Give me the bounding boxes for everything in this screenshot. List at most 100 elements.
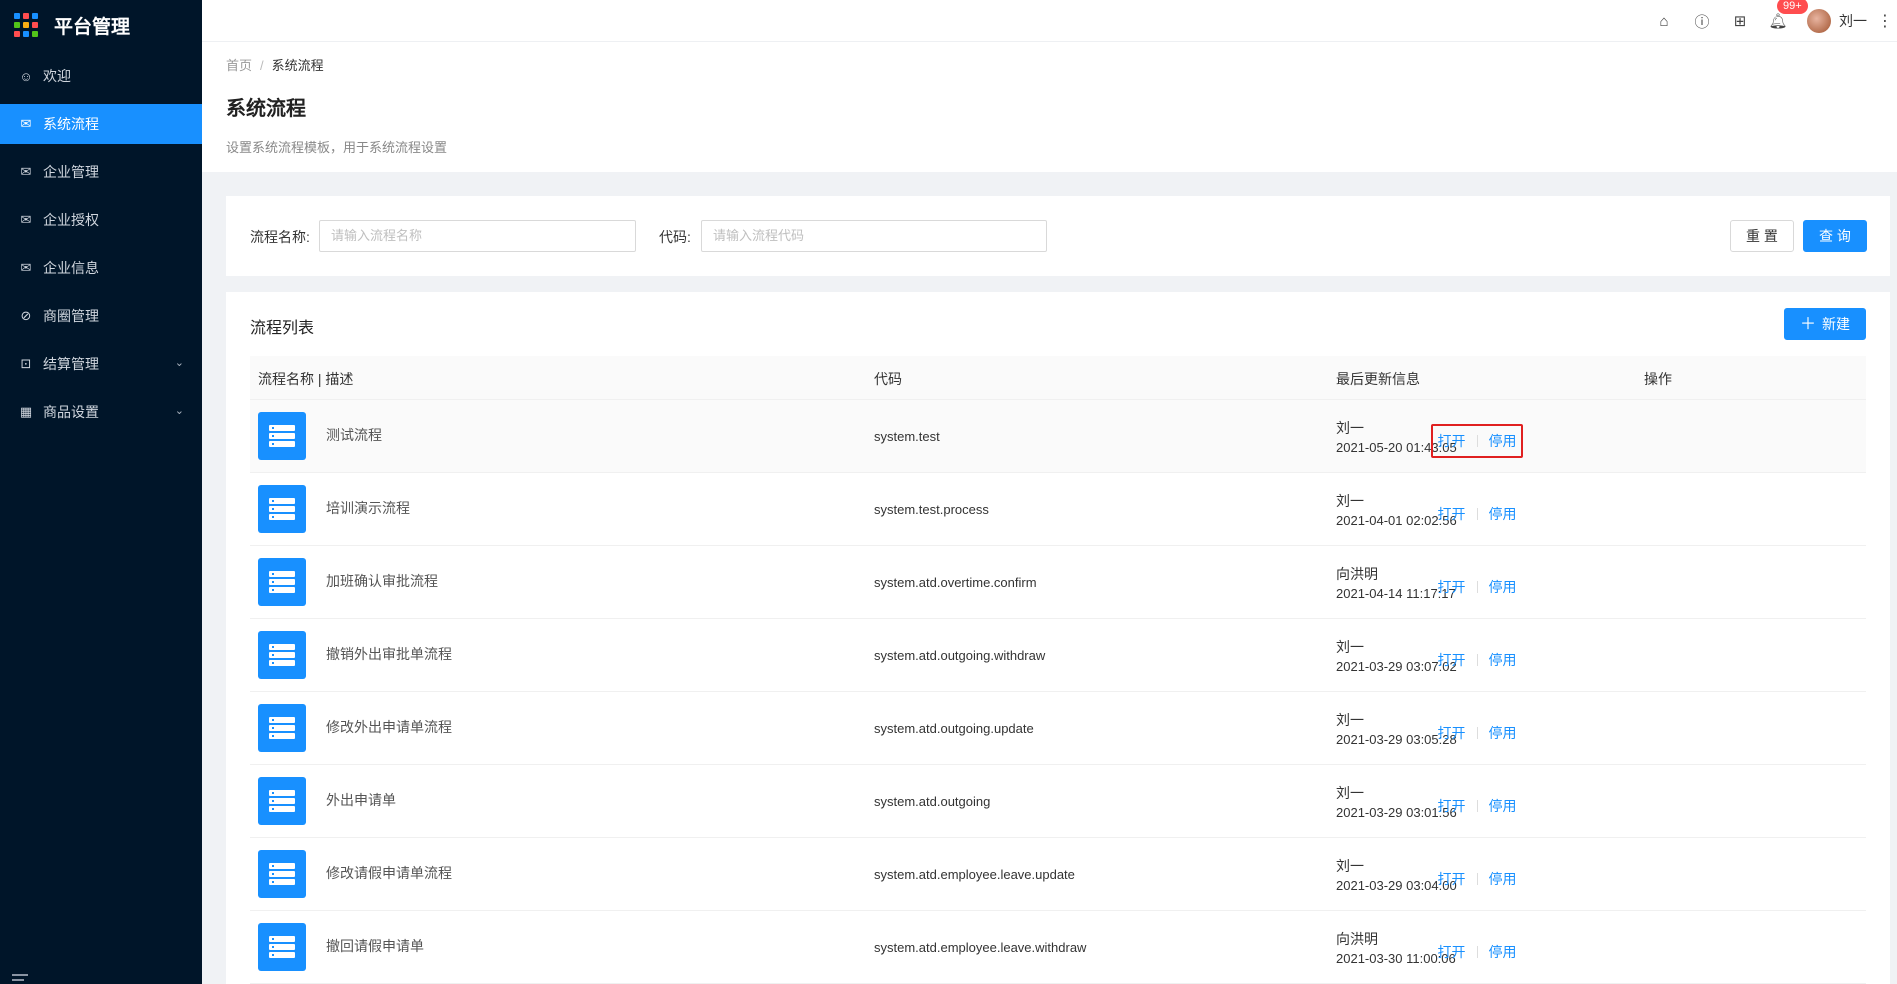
- help-icon[interactable]: ⓘ: [1683, 0, 1721, 42]
- disable-link[interactable]: 停用: [1489, 650, 1517, 670]
- sidebar-item-label: 结算管理: [43, 356, 99, 372]
- search-button[interactable]: 查 询: [1803, 220, 1867, 252]
- process-code: system.atd.outgoing.update: [874, 721, 1034, 736]
- sidebar-item-label: 商品设置: [43, 404, 99, 420]
- open-link[interactable]: 打开: [1438, 869, 1466, 889]
- row-actions: 打开 停用: [1431, 716, 1523, 750]
- sidebar-item-label: 系统流程: [43, 116, 99, 132]
- open-link[interactable]: 打开: [1438, 431, 1466, 451]
- last-updated-user: 刘一: [1336, 639, 1364, 655]
- action-divider: [1476, 654, 1478, 666]
- process-name: 测试流程: [326, 427, 382, 443]
- sidebar-item-4[interactable]: ✉ 企业信息: [0, 248, 202, 288]
- row-actions: 打开 停用: [1431, 935, 1523, 969]
- last-updated-user: 向洪明: [1336, 931, 1378, 947]
- sidebar: 平台管理 ☺ 欢迎 ✉ 系统流程 ✉ 企业管理 ✉ 企业授权 ✉ 企业信息 ⊘ 商圈管理 ⊡ 结算管理 ⌄ ▦…: [0, 0, 202, 984]
- sidebar-item-0[interactable]: ☺ 欢迎: [0, 56, 202, 96]
- bell-icon[interactable]: 🔔︎ 99+: [1759, 0, 1808, 42]
- menu-fold-icon[interactable]: [12, 974, 28, 984]
- appstore-icon: ▦: [19, 404, 33, 419]
- process-name: 撤回请假申请单: [326, 938, 424, 954]
- username[interactable]: 刘一: [1839, 11, 1867, 31]
- process-file-icon: [258, 850, 306, 898]
- process-file-icon: [258, 558, 306, 606]
- open-link[interactable]: 打开: [1438, 650, 1466, 670]
- open-link[interactable]: 打开: [1438, 504, 1466, 524]
- action-divider: [1476, 873, 1478, 885]
- last-updated-user: 刘一: [1336, 785, 1364, 801]
- mail-icon: ✉: [20, 116, 32, 131]
- sidebar-item-label: 企业信息: [43, 260, 99, 276]
- mail-icon: ✉: [20, 164, 32, 179]
- breadcrumb-current: 系统流程: [271, 58, 324, 73]
- open-link[interactable]: 打开: [1438, 942, 1466, 962]
- last-updated-user: 刘一: [1336, 420, 1364, 436]
- process-code-input[interactable]: 请输入流程代码: [701, 220, 1047, 252]
- table-row: 撤销外出审批单流程 system.atd.outgoing.withdraw 刘一 2…: [250, 619, 1866, 692]
- process-code: system.atd.outgoing: [874, 794, 991, 809]
- grid-icon[interactable]: ⊞: [1721, 0, 1759, 42]
- process-name: 修改请假申请单流程: [326, 865, 452, 881]
- compass-icon: ⊘: [20, 308, 32, 323]
- disable-link[interactable]: 停用: [1489, 577, 1517, 597]
- row-actions: 打开 停用: [1431, 862, 1523, 896]
- process-code: system.atd.outgoing.withdraw: [874, 648, 1046, 663]
- disable-link[interactable]: 停用: [1489, 796, 1517, 816]
- process-name-input[interactable]: 请输入流程名称: [319, 220, 636, 252]
- disable-link[interactable]: 停用: [1489, 431, 1517, 451]
- breadcrumb: 首页 / 系统流程: [226, 55, 324, 74]
- table-row: 外出申请单 system.atd.outgoing 刘一 2021-03-29 03:…: [250, 765, 1866, 838]
- process-code: system.test.process: [874, 502, 989, 517]
- home-icon[interactable]: ⌂: [1645, 0, 1683, 42]
- list-title: 流程列表: [250, 320, 315, 337]
- process-code: system.test: [874, 429, 940, 444]
- chevron-down-icon[interactable]: ⌄: [175, 404, 184, 417]
- chevron-down-icon[interactable]: ⌄: [175, 356, 184, 369]
- column-last-update: 最后更新信息: [1336, 371, 1420, 387]
- reset-button[interactable]: 重 置: [1730, 220, 1794, 252]
- sidebar-item-3[interactable]: ✉ 企业授权: [0, 200, 202, 240]
- mail-icon: ✉: [20, 212, 32, 227]
- page-title: 系统流程: [226, 98, 306, 120]
- disable-link[interactable]: 停用: [1489, 504, 1517, 524]
- table-row: 修改外出申请单流程 system.atd.outgoing.update 刘一 202…: [250, 692, 1866, 765]
- breadcrumb-home[interactable]: 首页: [226, 58, 252, 73]
- table-row: 加班确认审批流程 system.atd.overtime.confirm 向洪明 20…: [250, 546, 1866, 619]
- avatar[interactable]: [1807, 9, 1831, 33]
- process-name: 培训演示流程: [326, 500, 410, 516]
- open-link[interactable]: 打开: [1438, 577, 1466, 597]
- table-row: 测试流程 system.test 刘一 2021-05-20 01:43:05 打开 停用: [250, 400, 1866, 473]
- logo[interactable]: 平台管理: [0, 0, 202, 50]
- mail-icon: ✉: [20, 260, 32, 275]
- sidebar-item-5[interactable]: ⊘ 商圈管理: [0, 296, 202, 336]
- filter-card: 流程名称: 请输入流程名称 代码: 请输入流程代码 重 置 查 询: [226, 196, 1890, 276]
- sidebar-item-1[interactable]: ✉ 系统流程: [0, 104, 202, 144]
- disable-link[interactable]: 停用: [1489, 723, 1517, 743]
- more-vertical-icon[interactable]: ⋮: [1873, 11, 1897, 31]
- process-code: system.atd.employee.leave.update: [874, 867, 1075, 882]
- code-filter-label: 代码:: [659, 229, 691, 245]
- process-file-icon: [258, 412, 306, 460]
- new-button-label: 新建: [1822, 316, 1850, 332]
- disable-link[interactable]: 停用: [1489, 942, 1517, 962]
- action-divider: [1476, 581, 1478, 593]
- process-file-icon: [258, 631, 306, 679]
- last-updated-user: 向洪明: [1336, 566, 1378, 582]
- table-body: 测试流程 system.test 刘一 2021-05-20 01:43:05 打开 停用…: [250, 400, 1866, 984]
- sidebar-item-7[interactable]: ▦ 商品设置 ⌄: [0, 392, 202, 432]
- sidebar-menu: ☺ 欢迎 ✉ 系统流程 ✉ 企业管理 ✉ 企业授权 ✉ 企业信息 ⊘ 商圈管理 ⊡ 结算管理 ⌄ ▦ 商品设置 ⌄: [0, 56, 202, 432]
- process-file-icon: [258, 777, 306, 825]
- plus-icon: ＋: [1799, 316, 1816, 333]
- sidebar-item-label: 商圈管理: [43, 308, 99, 324]
- apps-logo-icon: [14, 13, 38, 37]
- new-process-button[interactable]: ＋ 新建: [1784, 308, 1866, 340]
- process-file-icon: [258, 923, 306, 971]
- sidebar-item-6[interactable]: ⊡ 结算管理 ⌄: [0, 344, 202, 384]
- sidebar-item-2[interactable]: ✉ 企业管理: [0, 152, 202, 192]
- action-divider: [1476, 435, 1478, 447]
- open-link[interactable]: 打开: [1438, 796, 1466, 816]
- disable-link[interactable]: 停用: [1489, 869, 1517, 889]
- process-name: 撤销外出审批单流程: [326, 646, 452, 662]
- sidebar-item-label: 企业管理: [43, 164, 99, 180]
- open-link[interactable]: 打开: [1438, 723, 1466, 743]
